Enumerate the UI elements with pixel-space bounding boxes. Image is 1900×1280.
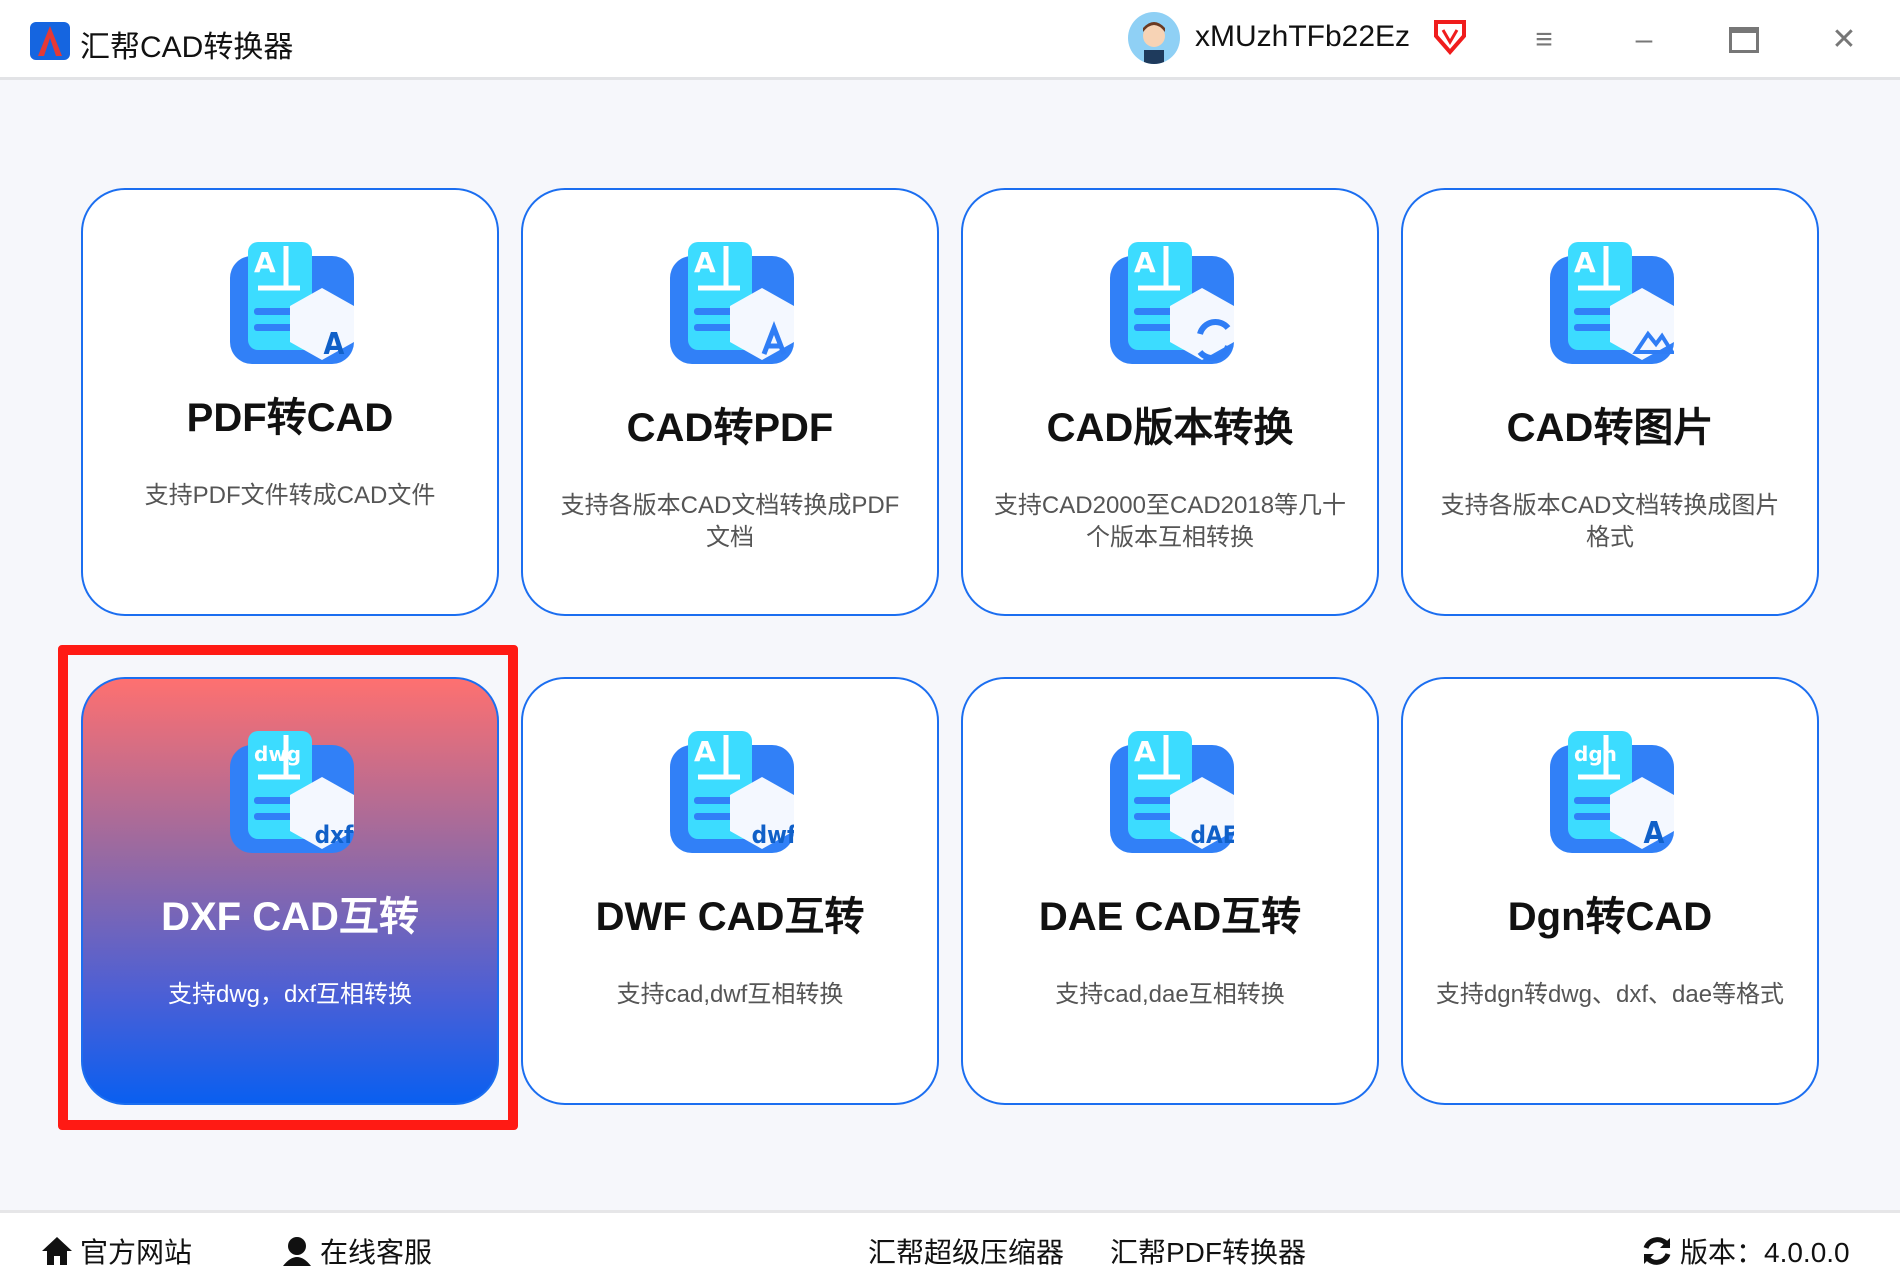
menu-icon[interactable]: ≡ [1524, 20, 1564, 60]
username[interactable]: xMUzhTFb22Ez [1195, 20, 1410, 54]
dxf-file-icon: dwg dxf [230, 731, 354, 853]
image-file-icon: A [1550, 242, 1674, 364]
svg-text:A: A [324, 327, 345, 362]
svg-text:A: A [1644, 816, 1665, 851]
refresh-icon [1643, 1237, 1671, 1265]
card-title: Dgn转CAD [1507, 895, 1713, 939]
logo-icon [30, 22, 70, 60]
svg-text:dwf: dwf [752, 821, 794, 849]
footer: 官方网站 在线客服 汇帮超级压缩器 汇帮PDF转换器 版本：4.0.0.0 [0, 1210, 1900, 1280]
card-description: 支持PDF文件转成CAD文件 [144, 482, 436, 509]
cad-file-icon: AA [230, 242, 354, 364]
cad-file-icon: dgn A [1550, 731, 1674, 853]
svg-text:dwg: dwg [254, 742, 301, 766]
card-description: 支持各版本CAD文档转换成图片格式 [1440, 492, 1780, 551]
card-description: 支持dwg，dxf互相转换 [167, 981, 413, 1008]
version-info[interactable]: 版本：4.0.0.0 [1640, 1231, 1850, 1271]
card-title: DXF CAD互转 [161, 895, 419, 939]
tool-card[interactable]: dwg dxf DXF CAD互转支持dwg，dxf互相转换 [81, 677, 499, 1105]
maximize-icon[interactable] [1724, 20, 1764, 60]
version-label: 版本：4.0.0.0 [1680, 1237, 1850, 1268]
svg-text:dxf: dxf [315, 821, 354, 849]
dwf-file-icon: Adwf [670, 731, 794, 853]
home-icon [42, 1237, 72, 1265]
tool-card[interactable]: dgn A Dgn转CAD 支持dgn转dwg、dxf、dae等格式 [1401, 677, 1819, 1105]
app-title: 汇帮CAD转换器 [80, 31, 294, 64]
dAE-file-icon: AdAE [1110, 731, 1234, 853]
close-icon[interactable]: ✕ [1824, 20, 1864, 60]
minimize-icon[interactable]: – [1624, 20, 1664, 60]
card-title: CAD转PDF [626, 406, 834, 450]
support-icon [283, 1237, 311, 1266]
svg-text:dAE: dAE [1191, 821, 1234, 849]
card-title: PDF转CAD [186, 396, 394, 440]
compressor-link[interactable]: 汇帮超级压缩器 [868, 1231, 1064, 1271]
arrows-file-icon: A [1110, 242, 1234, 364]
svg-text:A: A [1134, 246, 1156, 279]
card-description: 支持cad,dae互相转换 [1055, 981, 1285, 1008]
card-description: 支持各版本CAD文档转换成PDF文档 [560, 492, 900, 551]
card-description: 支持dgn转dwg、dxf、dae等格式 [1435, 981, 1785, 1008]
tool-card[interactable]: A CAD转PDF 支持各版本CAD文档转换成PDF文档 [521, 188, 939, 616]
pdf-converter-link[interactable]: 汇帮PDF转换器 [1110, 1231, 1306, 1271]
svg-text:A: A [254, 246, 276, 279]
official-website-label: 官方网站 [80, 1237, 193, 1268]
online-support-label: 在线客服 [320, 1237, 433, 1268]
tool-card[interactable]: AdAE DAE CAD互转支持cad,dae互相转换 [961, 677, 1379, 1105]
official-website-link[interactable]: 官方网站 [40, 1231, 192, 1271]
svg-text:dgn: dgn [1574, 742, 1617, 766]
tool-card[interactable]: A CAD版本转换支持CAD2000至CAD2018等几十个版本互相转换 [961, 188, 1379, 616]
card-title: CAD转图片 [1506, 406, 1714, 450]
vip-heart-icon[interactable] [1432, 18, 1468, 58]
tool-card[interactable]: A CAD转图片支持各版本CAD文档转换成图片格式 [1401, 188, 1819, 616]
svg-text:A: A [694, 246, 716, 279]
avatar[interactable] [1128, 12, 1180, 64]
svg-text:A: A [694, 735, 716, 768]
tool-card[interactable]: A A PDF转CAD 支持PDF文件转成CAD文件 [81, 188, 499, 616]
card-title: DAE CAD互转 [1038, 895, 1302, 939]
tool-card[interactable]: Adwf DWF CAD互转支持cad,dwf互相转换 [521, 677, 939, 1105]
card-title: CAD版本转换 [1046, 406, 1294, 450]
online-support-link[interactable]: 在线客服 [280, 1231, 432, 1271]
svg-text:A: A [1134, 735, 1156, 768]
pdf-file-icon: A [670, 242, 794, 364]
title-bar: 汇帮CAD转换器 xMUzhTFb22Ez ≡ – ✕ [0, 0, 1900, 80]
svg-text:A: A [1574, 246, 1596, 279]
card-description: 支持cad,dwf互相转换 [616, 981, 844, 1008]
card-description: 支持CAD2000至CAD2018等几十个版本互相转换 [993, 492, 1347, 551]
card-title: DWF CAD互转 [595, 895, 865, 939]
